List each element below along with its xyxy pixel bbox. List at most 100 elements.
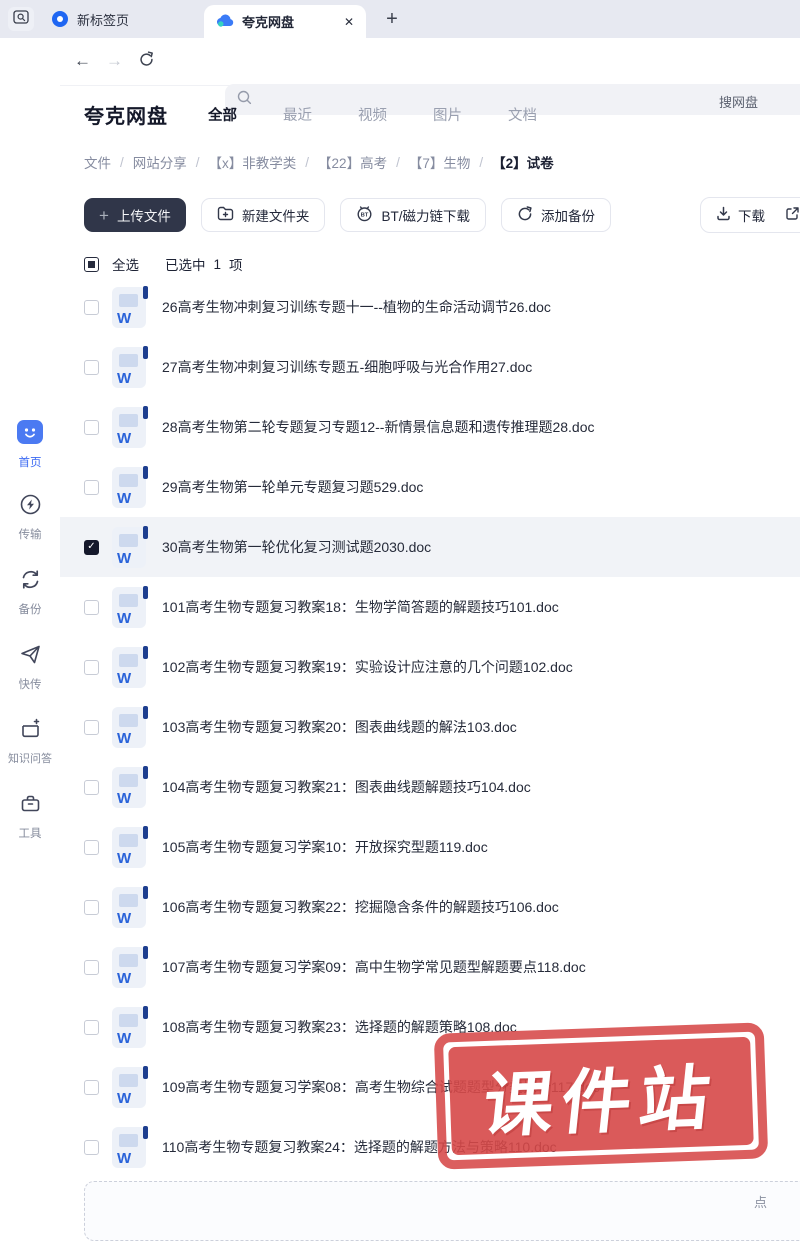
category-tabs: 全部 最近 视频 图片 文档	[208, 104, 537, 125]
upload-file-button[interactable]: + 上传文件	[84, 198, 186, 232]
sidebar-item-backup[interactable]: 备份	[0, 568, 60, 617]
file-checkbox[interactable]	[84, 839, 99, 855]
transfer-icon	[19, 493, 42, 521]
tab-images[interactable]: 图片	[433, 104, 462, 125]
word-doc-icon: W	[112, 645, 148, 688]
breadcrumb-separator: /	[305, 154, 310, 170]
file-row[interactable]: W 106高考生物专题复习教案22：挖掘隐含条件的解题技巧106.doc	[60, 877, 800, 937]
file-name[interactable]: 30高考生物第一轮优化复习测试题2030.doc	[162, 537, 431, 557]
tab-all[interactable]: 全部	[208, 104, 237, 125]
new-folder-label: 新建文件夹	[241, 209, 310, 224]
file-name[interactable]: 27高考生物冲刺复习训练专题五-细胞呼吸与光合作用27.doc	[162, 357, 532, 377]
download-icon	[716, 206, 731, 224]
file-checkbox[interactable]: ✓	[84, 539, 99, 555]
file-name[interactable]: 101高考生物专题复习教案18：生物学简答题的解题技巧101.doc	[162, 597, 559, 617]
selected-count: 1	[213, 256, 222, 272]
breadcrumb-item[interactable]: 【x】非教学类	[209, 152, 297, 172]
workspace-button[interactable]	[8, 7, 34, 31]
breadcrumb-item[interactable]: 【22】高考	[318, 152, 387, 172]
file-name[interactable]: 26高考生物冲刺复习训练专题十一--植物的生命活动调节26.doc	[162, 297, 551, 317]
file-row[interactable]: W 103高考生物专题复习教案20：图表曲线题的解法103.doc	[60, 697, 800, 757]
word-doc-icon: W	[112, 345, 148, 388]
file-checkbox[interactable]	[84, 599, 99, 615]
refresh-circle-icon	[517, 205, 533, 225]
browser-tab-quark-drive[interactable]: 夸克网盘 ✕	[204, 5, 366, 38]
file-row[interactable]: W 29高考生物第一轮单元专题复习题529.doc	[60, 457, 800, 517]
toolbox-icon	[19, 792, 42, 820]
browser-tab-newtab[interactable]: 新标签页	[42, 0, 139, 38]
word-doc-icon: W	[112, 1065, 148, 1108]
tab-videos[interactable]: 视频	[358, 104, 387, 125]
plus-icon: +	[99, 205, 109, 225]
file-name[interactable]: 106高考生物专题复习教案22：挖掘隐含条件的解题技巧106.doc	[162, 897, 559, 917]
word-doc-icon: W	[112, 705, 148, 748]
file-row[interactable]: W 102高考生物专题复习教案19：实验设计应注意的几个问题102.doc	[60, 637, 800, 697]
tab-recent[interactable]: 最近	[283, 104, 312, 125]
breadcrumb-separator: /	[195, 154, 200, 170]
file-checkbox[interactable]	[84, 359, 99, 375]
close-icon[interactable]: ✕	[344, 15, 354, 29]
file-checkbox[interactable]	[84, 1019, 99, 1035]
word-doc-icon: W	[112, 465, 148, 508]
file-name[interactable]: 104高考生物专题复习教案21：图表曲线题解题技巧104.doc	[162, 777, 531, 797]
file-name[interactable]: 107高考生物专题复习学案09：高中生物学常见题型解题要点118.doc	[162, 957, 586, 977]
file-name[interactable]: 103高考生物专题复习教案20：图表曲线题的解法103.doc	[162, 717, 517, 737]
load-more-hint[interactable]: 点	[754, 1192, 767, 1211]
back-icon[interactable]: ←	[74, 50, 91, 72]
file-checkbox[interactable]	[84, 299, 99, 315]
selected-prefix: 已选中	[165, 258, 206, 273]
sidebar-item-knowledge-qa[interactable]: 知识问答	[0, 717, 60, 766]
breadcrumb-item[interactable]: 网站分享	[133, 152, 187, 172]
file-checkbox[interactable]	[84, 1079, 99, 1095]
forward-icon: →	[106, 51, 123, 70]
file-row[interactable]: W 26高考生物冲刺复习训练专题十一--植物的生命活动调节26.doc	[60, 277, 800, 337]
breadcrumb-item[interactable]: 文件	[84, 152, 111, 172]
sidebar-item-tools[interactable]: 工具	[0, 792, 60, 841]
new-tab-icon[interactable]: +	[378, 5, 406, 33]
reload-icon[interactable]	[138, 51, 155, 74]
breadcrumb-item[interactable]: 【7】生物	[409, 152, 471, 172]
file-row[interactable]: ✓ W 30高考生物第一轮优化复习测试题2030.doc	[60, 517, 800, 577]
sidebar-label: 传输	[18, 529, 42, 541]
download-button[interactable]: 下载	[716, 205, 765, 225]
file-row[interactable]: W 104高考生物专题复习教案21：图表曲线题解题技巧104.doc	[60, 757, 800, 817]
file-checkbox[interactable]	[84, 719, 99, 735]
select-all-checkbox[interactable]	[84, 256, 99, 272]
share-icon	[785, 206, 800, 224]
breadcrumb-item-current[interactable]: 【2】试卷	[492, 152, 554, 172]
add-backup-button[interactable]: 添加备份	[500, 198, 611, 232]
word-doc-icon: W	[112, 405, 148, 448]
share-button[interactable]: 分享	[785, 205, 800, 225]
sidebar-item-transfer[interactable]: 传输	[0, 493, 60, 542]
tab-docs[interactable]: 文档	[508, 104, 537, 125]
file-checkbox[interactable]	[84, 1139, 99, 1155]
file-row[interactable]: W 28高考生物第二轮专题复习专题12--新情景信息题和遗传推理题28.doc	[60, 397, 800, 457]
file-checkbox[interactable]	[84, 419, 99, 435]
file-row[interactable]: W 107高考生物专题复习学案09：高中生物学常见题型解题要点118.doc	[60, 937, 800, 997]
breadcrumb-separator: /	[479, 154, 484, 170]
backup-refresh-icon	[19, 568, 42, 596]
file-name[interactable]: 29高考生物第一轮单元专题复习题529.doc	[162, 477, 423, 497]
file-checkbox[interactable]	[84, 659, 99, 675]
breadcrumb: 文件 / 网站分享 / 【x】非教学类 / 【22】高考 / 【7】生物 / 【…	[60, 152, 800, 172]
file-checkbox[interactable]	[84, 899, 99, 915]
word-doc-icon: W	[112, 945, 148, 988]
sidebar-label: 知识问答	[8, 753, 52, 765]
bt-magnet-download-button[interactable]: BT BT/磁力链下载	[340, 198, 486, 232]
file-name[interactable]: 105高考生物专题复习学案10：开放探究型题119.doc	[162, 837, 488, 857]
file-name[interactable]: 102高考生物专题复习教案19：实验设计应注意的几个问题102.doc	[162, 657, 573, 677]
add-backup-label: 添加备份	[540, 209, 595, 224]
file-checkbox[interactable]	[84, 779, 99, 795]
file-row[interactable]: W 27高考生物冲刺复习训练专题五-细胞呼吸与光合作用27.doc	[60, 337, 800, 397]
word-doc-icon: W	[112, 825, 148, 868]
file-checkbox[interactable]	[84, 959, 99, 975]
file-name[interactable]: 28高考生物第二轮专题复习专题12--新情景信息题和遗传推理题28.doc	[162, 417, 595, 437]
file-row[interactable]: W 101高考生物专题复习教案18：生物学简答题的解题技巧101.doc	[60, 577, 800, 637]
sidebar-item-quick-transfer[interactable]: 快传	[0, 643, 60, 692]
new-folder-button[interactable]: 新建文件夹	[200, 198, 326, 232]
sidebar-item-home[interactable]: 首页	[0, 420, 60, 470]
file-checkbox[interactable]	[84, 479, 99, 495]
select-all-label[interactable]: 全选	[112, 254, 139, 274]
file-row[interactable]: W 105高考生物专题复习学案10：开放探究型题119.doc	[60, 817, 800, 877]
watermark-text: 课件站	[479, 1056, 722, 1147]
